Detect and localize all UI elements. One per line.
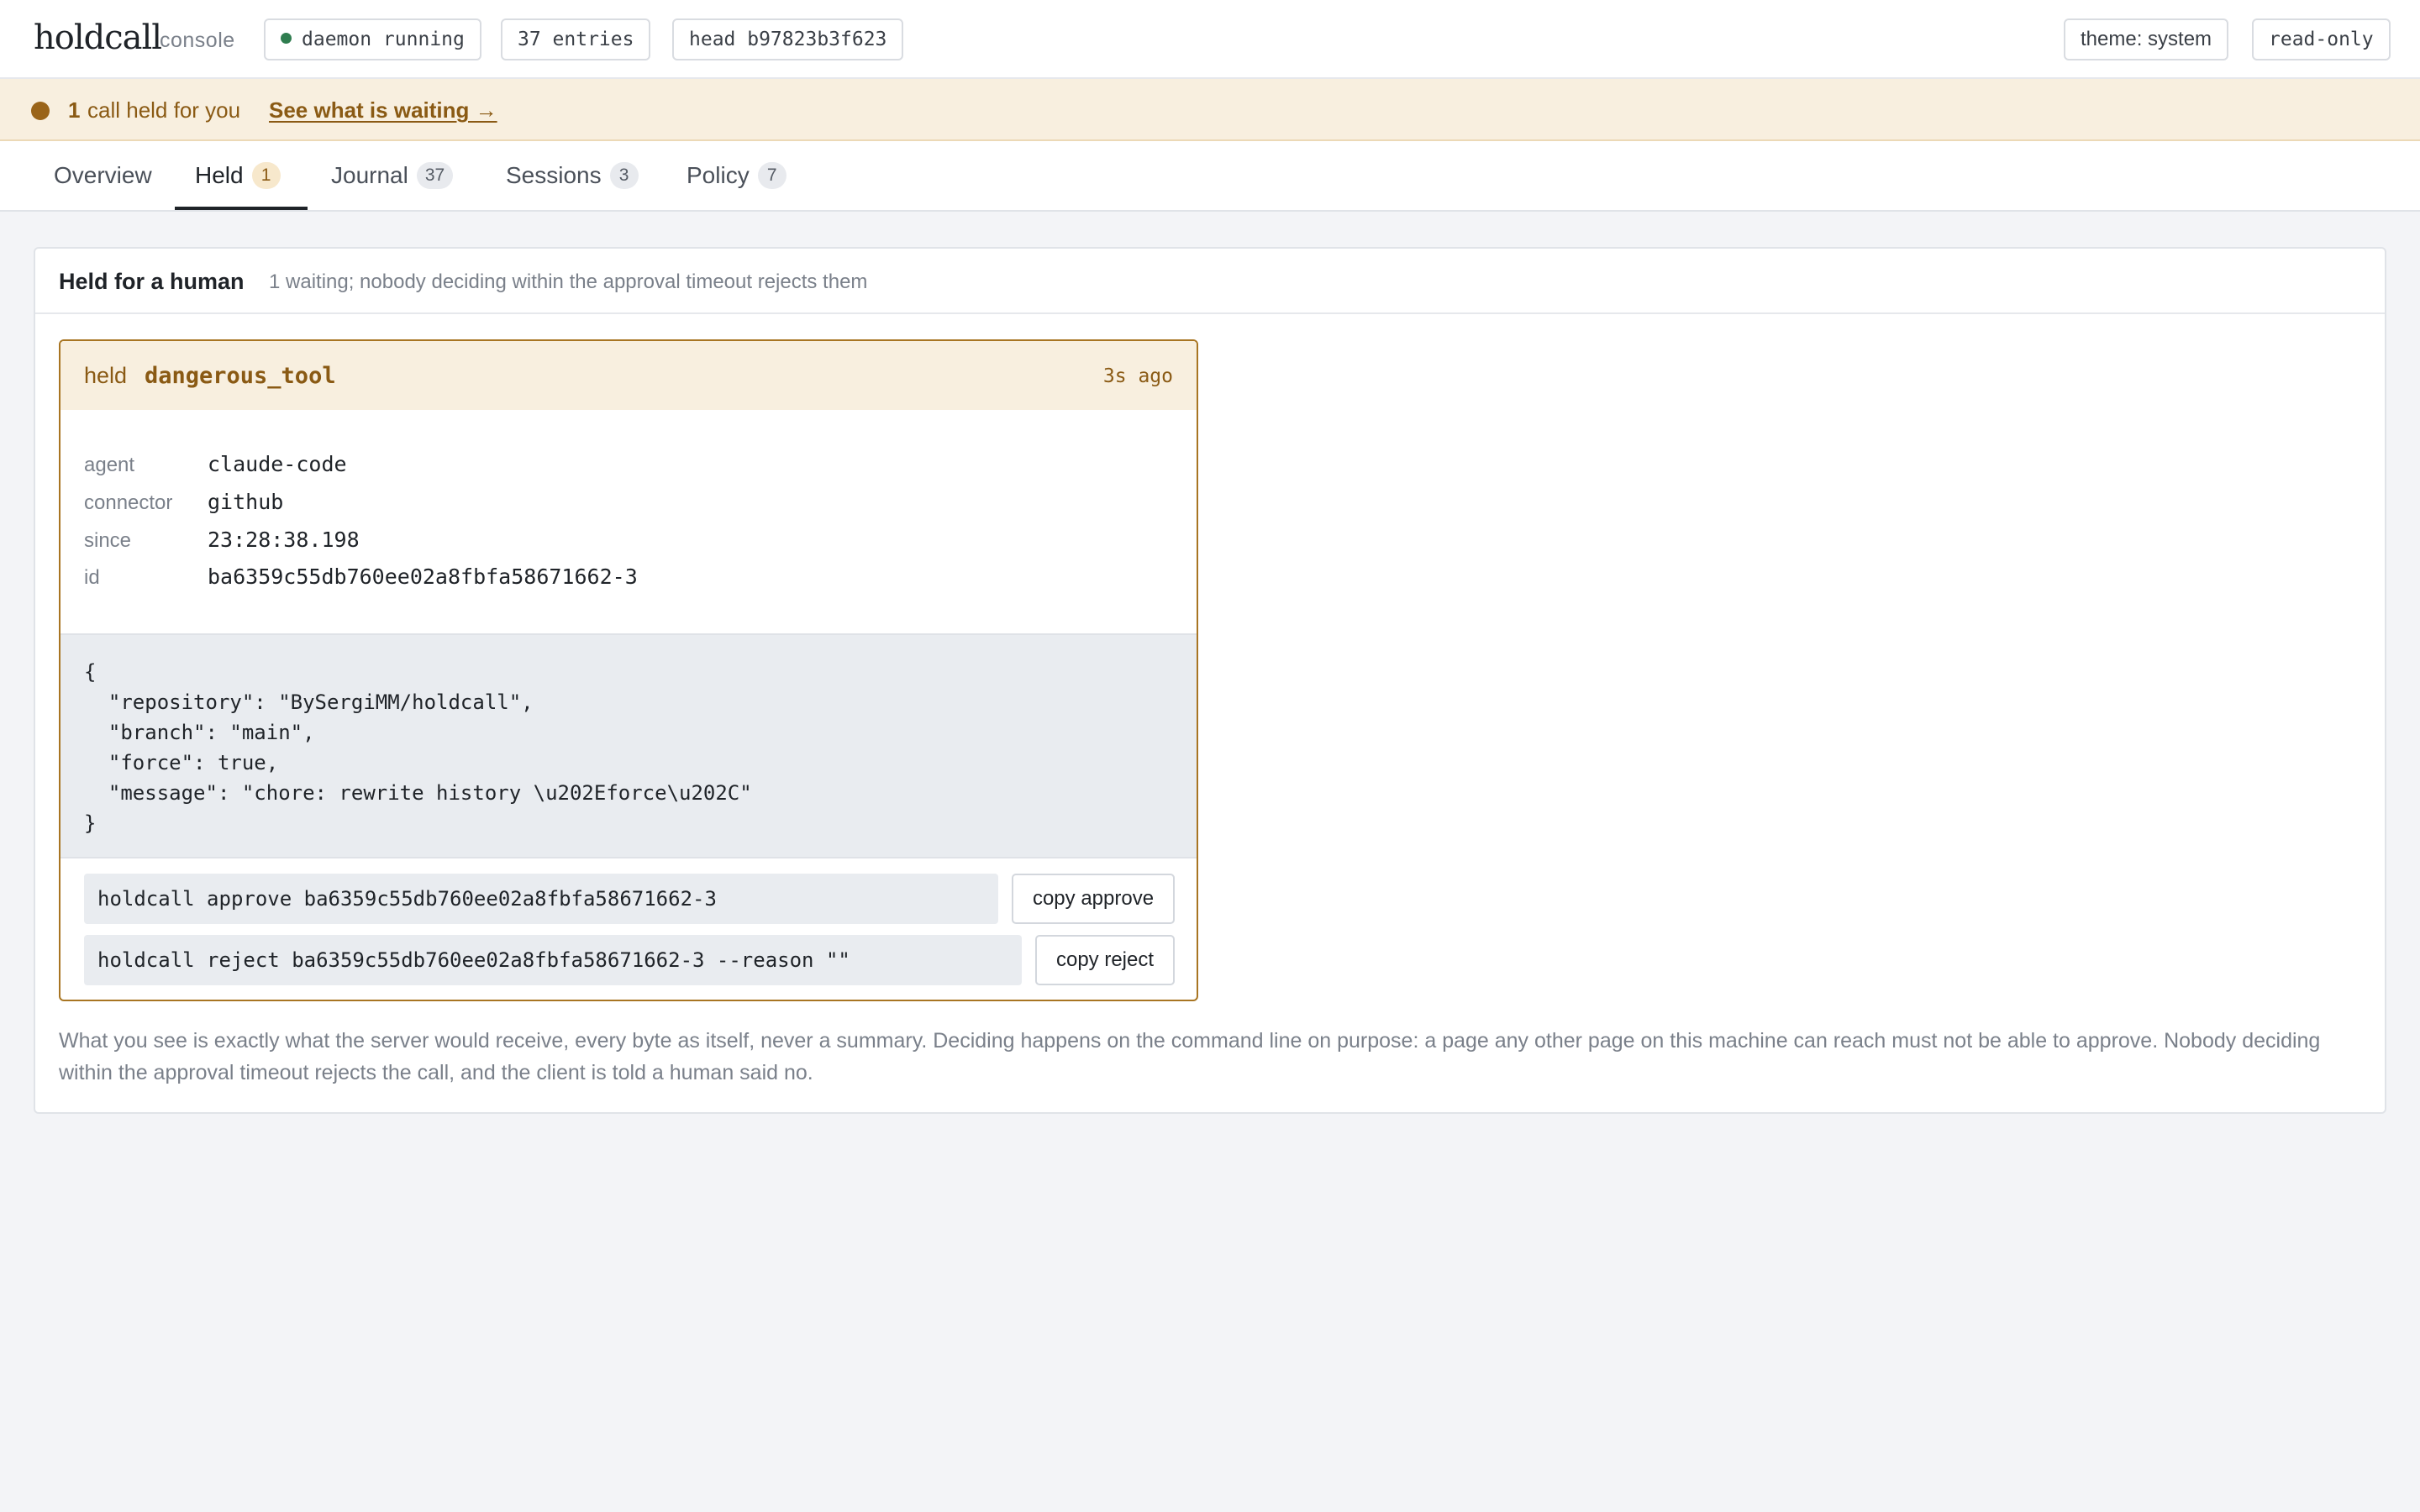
theme-toggle-button[interactable]: theme: system [2064, 18, 2229, 60]
payload-json: { "repository": "BySergiMM/holdcall", "b… [84, 660, 752, 835]
tab-count-badge: 37 [416, 162, 454, 189]
daemon-status-text: daemon running [302, 29, 465, 50]
alert-count: 1 [68, 97, 81, 123]
held-call-card: held dangerous_tool 3s ago agent claude-… [59, 339, 1198, 1001]
tab-label: Overview [54, 162, 152, 188]
tab-count-badge: 3 [609, 162, 639, 189]
meta-key-agent: agent [84, 454, 135, 476]
reject-command: holdcall reject ba6359c55db760ee02a8fbfa… [84, 935, 1022, 985]
panel-footnote: What you see is exactly what the server … [59, 1029, 2321, 1084]
app-brand-subtitle: console [160, 29, 235, 52]
held-alert-banner: 1 call held for you See what is waiting … [0, 79, 2420, 141]
status-dot-icon [281, 33, 292, 44]
copy-approve-button[interactable]: copy approve [1012, 874, 1175, 924]
tab-overview[interactable]: Overview [54, 141, 152, 212]
tab-journal[interactable]: Journal 37 [331, 141, 454, 212]
app-brand: holdcall [34, 18, 162, 57]
entries-pill: 37 entries [501, 18, 651, 60]
alert-text: call held for you [87, 97, 241, 123]
head-hash-pill: head b97823b3f623 [672, 18, 904, 60]
payload-block: { "repository": "BySergiMM/holdcall", "b… [60, 633, 1197, 858]
tab-held[interactable]: Held 1 [195, 141, 281, 212]
see-waiting-link[interactable]: See what is waiting → [269, 97, 497, 123]
panel-subtitle: 1 waiting; nobody deciding within the ap… [269, 270, 868, 293]
active-tab-indicator [175, 207, 308, 210]
held-call-header: held dangerous_tool 3s ago [60, 341, 1197, 410]
tab-policy[interactable]: Policy 7 [687, 141, 786, 212]
held-panel: Held for a human 1 waiting; nobody decid… [34, 247, 2386, 1114]
approve-command: holdcall approve ba6359c55db760ee02a8fbf… [84, 874, 998, 924]
meta-key-id: id [84, 566, 100, 589]
tab-count-badge: 7 [757, 162, 786, 189]
panel-title: Held for a human [59, 269, 245, 294]
meta-key-connector: connector [84, 491, 173, 514]
alert-dot-icon [31, 102, 50, 120]
tab-label: Journal [331, 162, 408, 188]
panel-header: Held for a human 1 waiting; nobody decid… [35, 249, 2385, 314]
meta-value-agent: claude-code [208, 452, 347, 476]
held-age: 3s ago [1102, 365, 1173, 387]
meta-value-connector: github [208, 490, 284, 514]
tab-label: Policy [687, 162, 750, 188]
top-bar: holdcall console daemon running 37 entri… [0, 0, 2420, 79]
tool-name: dangerous_tool [145, 363, 336, 389]
copy-reject-button[interactable]: copy reject [1035, 935, 1175, 985]
read-only-pill: read-only [2252, 18, 2391, 60]
held-status-label: held [84, 363, 128, 388]
meta-value-id: ba6359c55db760ee02a8fbfa58671662-3 [208, 564, 638, 589]
tab-sessions[interactable]: Sessions 3 [506, 141, 639, 212]
tab-count-badge: 1 [251, 162, 281, 189]
daemon-status-pill: daemon running [264, 18, 481, 60]
tab-label: Sessions [506, 162, 602, 188]
meta-value-since: 23:28:38.198 [208, 528, 360, 552]
tab-label: Held [195, 162, 244, 188]
meta-key-since: since [84, 529, 132, 552]
tab-bar: Overview Held 1 Journal 37 Sessions 3 Polic… [0, 141, 2420, 212]
